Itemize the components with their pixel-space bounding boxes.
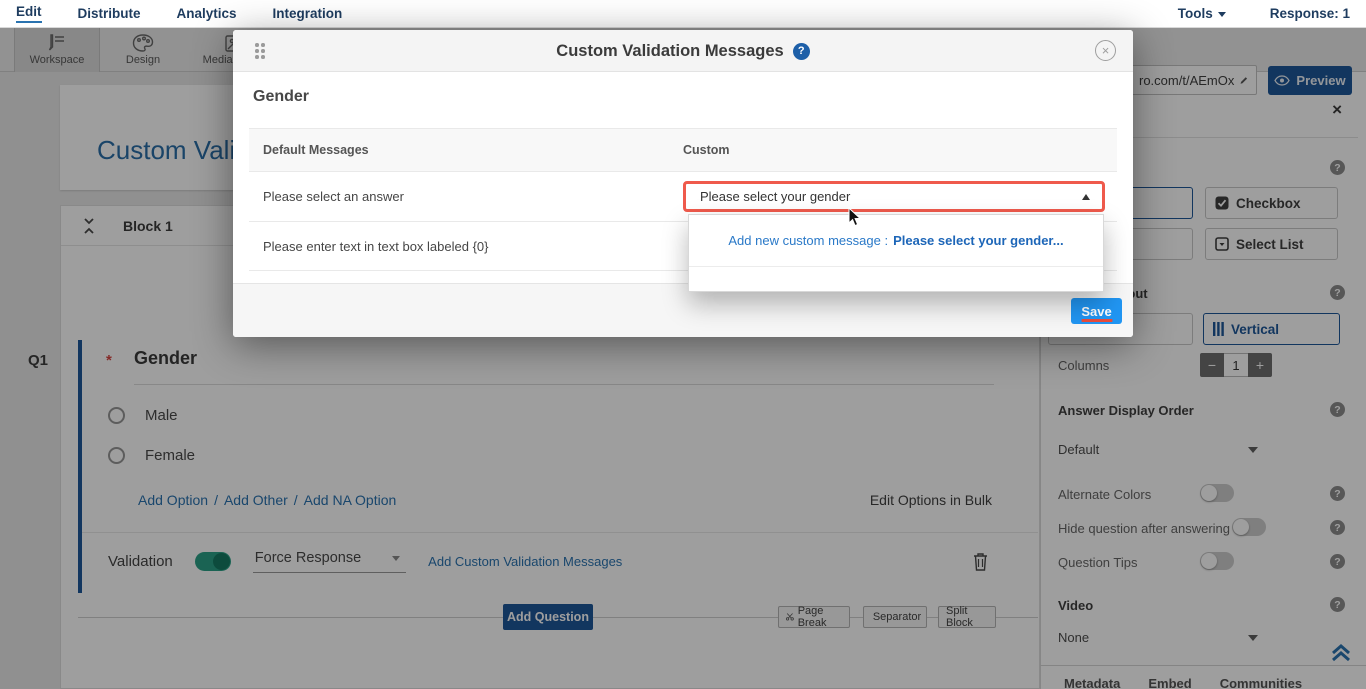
nav-tab-edit[interactable]: Edit	[16, 4, 42, 23]
chevron-up-icon	[1082, 194, 1090, 200]
column-header-custom: Custom	[679, 143, 1117, 157]
suggested-custom-message: Please select your gender...	[893, 233, 1064, 248]
nav-tab-distribute[interactable]: Distribute	[78, 6, 141, 21]
mouse-cursor	[848, 207, 862, 227]
column-header-default: Default Messages	[249, 143, 679, 157]
add-new-custom-message-prefix: Add new custom message :	[728, 233, 888, 248]
modal-header: Custom Validation Messages ? ×	[233, 30, 1133, 72]
top-nav: Edit Distribute Analytics Integration To…	[0, 0, 1366, 28]
modal-question-name: Gender	[253, 88, 309, 106]
nav-tab-integration[interactable]: Integration	[273, 6, 343, 21]
custom-message-dropdown-panel: Add new custom message : Please select y…	[688, 214, 1104, 292]
add-new-custom-message-option[interactable]: Add new custom message : Please select y…	[689, 215, 1103, 267]
tools-menu[interactable]: Tools	[1178, 6, 1226, 21]
table-header-row: Default Messages Custom	[249, 128, 1117, 172]
save-label: Save	[1081, 304, 1111, 319]
modal-title: Custom Validation Messages	[556, 42, 783, 61]
help-icon[interactable]: ?	[793, 43, 810, 60]
default-message-cell: Please enter text in text box labeled {0…	[249, 239, 679, 254]
custom-message-select[interactable]: Please select your gender	[683, 181, 1105, 212]
app-screen: Edit Distribute Analytics Integration To…	[0, 0, 1366, 689]
response-count[interactable]: Response: 1	[1270, 6, 1350, 21]
default-message-cell: Please select an answer	[249, 189, 679, 204]
custom-message-value: Please select your gender	[700, 189, 850, 204]
dropdown-empty-row[interactable]	[689, 267, 1103, 291]
tools-label: Tools	[1178, 6, 1213, 21]
chevron-down-icon	[1218, 12, 1226, 17]
nav-tab-analytics[interactable]: Analytics	[177, 6, 237, 21]
save-button-accent-bar	[1081, 319, 1112, 322]
close-modal-icon[interactable]: ×	[1095, 40, 1116, 61]
save-button[interactable]: Save	[1071, 298, 1122, 324]
